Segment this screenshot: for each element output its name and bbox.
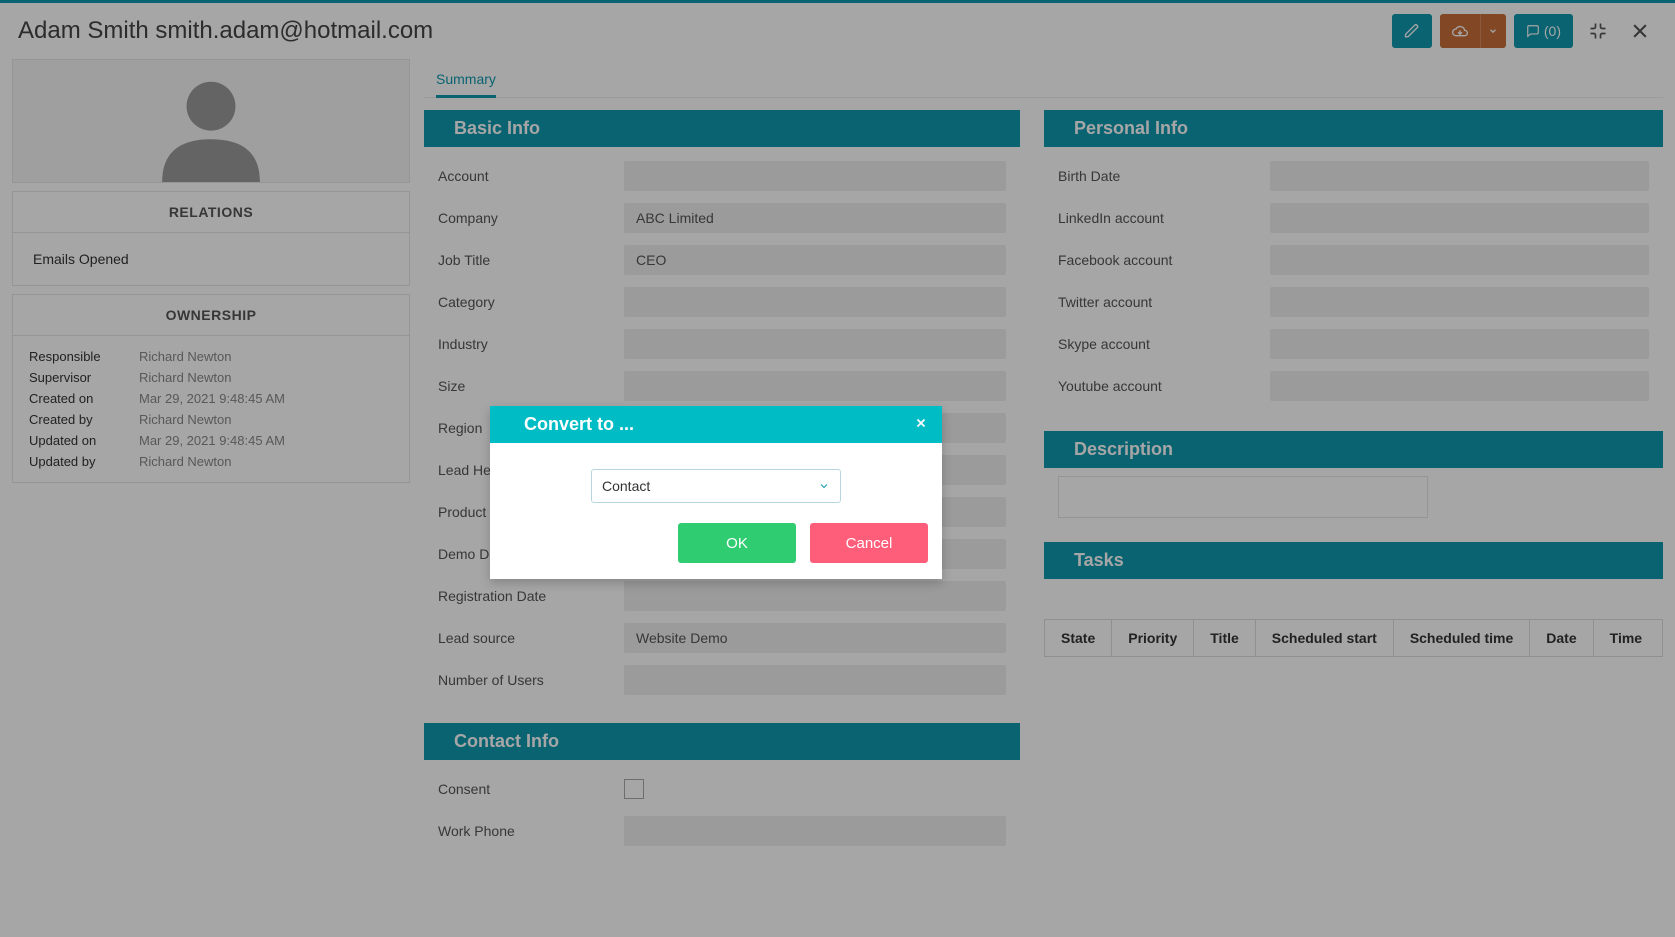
chevron-down-icon [818,480,830,492]
select-value: Contact [602,478,650,494]
convert-to-dialog: Convert to ... Contact OK Cancel [490,406,942,579]
modal-title: Convert to ... [524,414,634,435]
ok-button[interactable]: OK [678,523,796,563]
convert-to-select[interactable]: Contact [591,469,841,503]
modal-close-button[interactable] [914,414,928,435]
cancel-button[interactable]: Cancel [810,523,928,563]
close-icon [914,416,928,430]
